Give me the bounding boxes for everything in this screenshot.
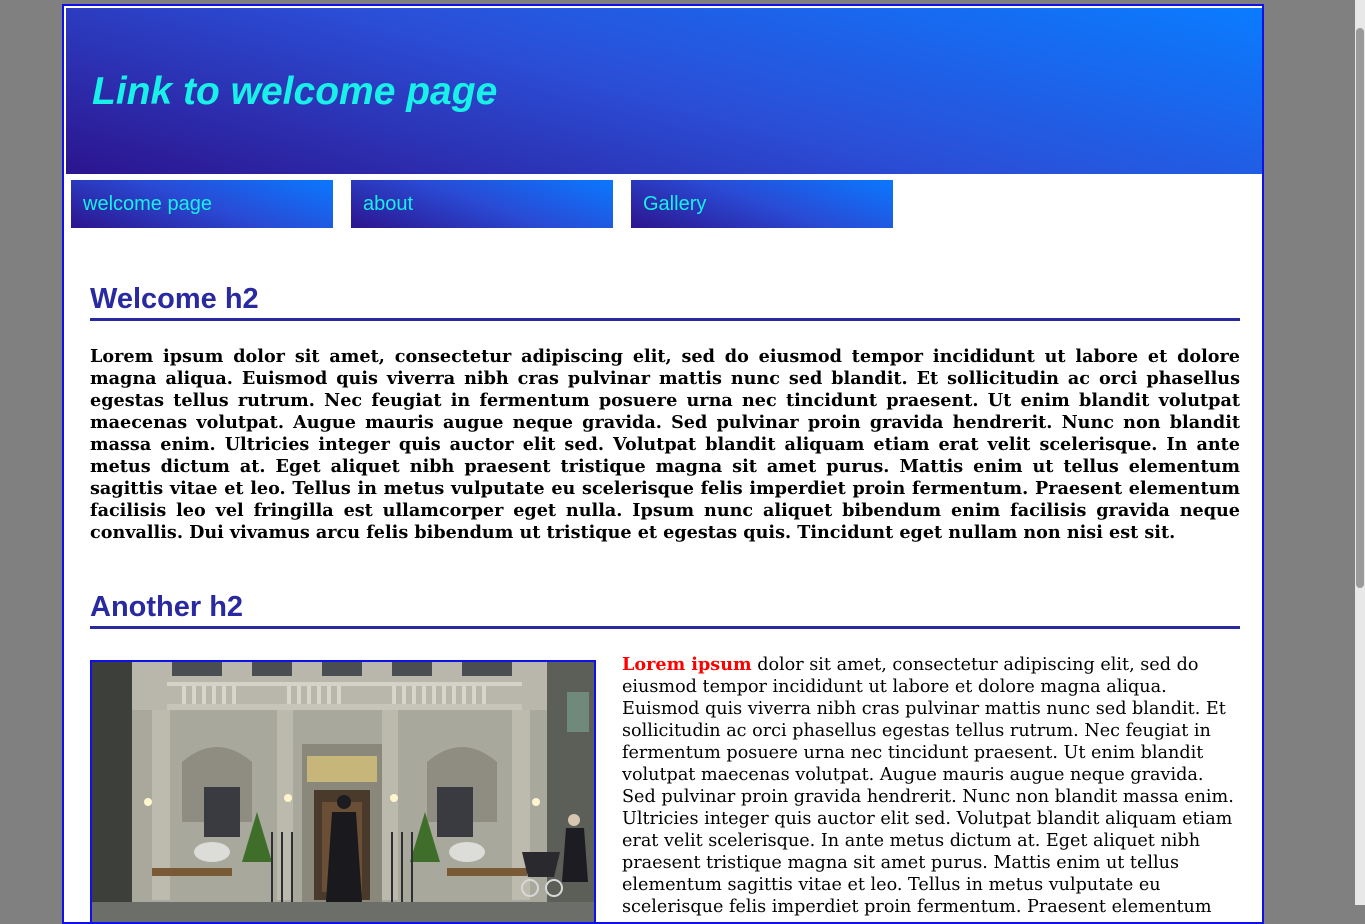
site-title-link[interactable]: Link to welcome page <box>92 70 497 114</box>
site-header: Link to welcome page <box>66 8 1262 174</box>
vertical-scrollbar[interactable] <box>1355 0 1365 905</box>
nav-gallery[interactable]: Gallery <box>631 180 893 228</box>
building-photo <box>90 660 596 922</box>
scrollbar-thumb[interactable] <box>1356 28 1364 588</box>
nav-welcome-page[interactable]: welcome page <box>71 180 333 228</box>
body-text: dolor sit amet, consectetur adipiscing e… <box>622 655 1234 917</box>
section-heading-welcome: Welcome h2 <box>90 282 1240 321</box>
section-heading-another: Another h2 <box>90 590 1240 629</box>
nav-about[interactable]: about <box>351 180 613 228</box>
page-container: Link to welcome page welcome page about … <box>62 4 1264 924</box>
another-paragraph: Lorem ipsum dolor sit amet, consectetur … <box>622 654 1240 918</box>
lead-text: Lorem ipsum <box>622 654 752 675</box>
welcome-paragraph: Lorem ipsum dolor sit amet, consectetur … <box>90 346 1240 543</box>
